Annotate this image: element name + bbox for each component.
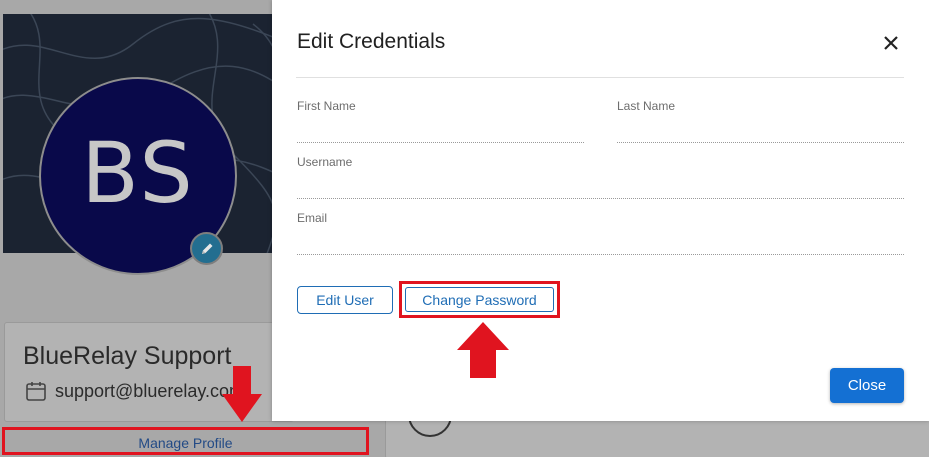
profile-email: support@bluerelay.com bbox=[55, 380, 245, 401]
red-arrow-down-icon bbox=[222, 366, 262, 422]
username-field[interactable] bbox=[297, 179, 904, 199]
last-name-field[interactable] bbox=[617, 123, 904, 143]
email-label: Email bbox=[297, 211, 328, 225]
change-password-button[interactable]: Change Password bbox=[405, 287, 554, 312]
manage-profile-link[interactable]: Manage Profile bbox=[5, 435, 366, 451]
email-field[interactable] bbox=[297, 235, 904, 255]
title-divider bbox=[296, 77, 904, 78]
manage-profile-highlight: Manage Profile bbox=[2, 427, 369, 455]
profile-email-row: support@bluerelay.com bbox=[25, 380, 244, 402]
change-password-highlight: Change Password bbox=[399, 281, 560, 318]
avatar-initials: BS bbox=[81, 124, 195, 222]
first-name-label: First Name bbox=[297, 99, 356, 113]
username-label: Username bbox=[297, 155, 353, 169]
dialog-title: Edit Credentials bbox=[297, 30, 446, 53]
pencil-icon bbox=[201, 243, 212, 254]
edit-avatar-button[interactable] bbox=[190, 232, 223, 265]
close-button[interactable]: Close bbox=[830, 368, 904, 403]
red-arrow-up-icon bbox=[457, 322, 509, 378]
close-icon-button[interactable] bbox=[880, 32, 902, 54]
first-name-field[interactable] bbox=[297, 123, 584, 143]
profile-name: BlueRelay Support bbox=[23, 342, 232, 370]
close-icon bbox=[884, 36, 898, 50]
last-name-label: Last Name bbox=[617, 99, 676, 113]
edit-user-button[interactable]: Edit User bbox=[297, 286, 393, 314]
edit-credentials-dialog: Edit Credentials First Name Last Name Us… bbox=[272, 0, 929, 421]
calendar-icon bbox=[26, 382, 46, 401]
